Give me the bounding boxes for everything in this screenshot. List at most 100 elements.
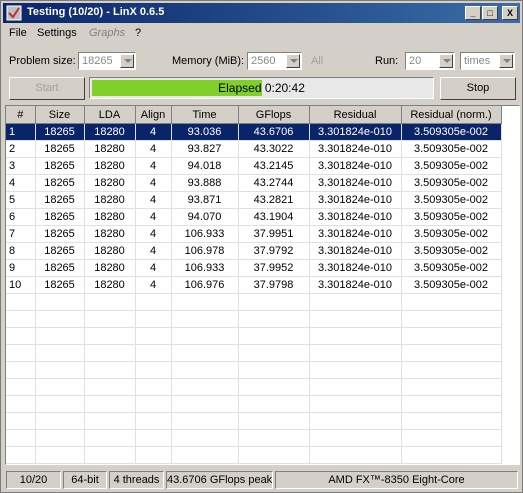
table-cell: 10 xyxy=(6,276,36,294)
empty-cell xyxy=(135,310,172,328)
chevron-down-icon[interactable] xyxy=(499,54,513,68)
chevron-down-icon[interactable] xyxy=(286,54,300,68)
table-row[interactable]: 6 18265 18280 4 94.070 43.1904 3.301824e-010 3.… xyxy=(6,208,502,226)
table-cell: 106.978 xyxy=(171,242,239,260)
table-cell: 4 xyxy=(6,174,36,192)
table-row[interactable]: 9 18265 18280 4 106.933 37.9952 3.301824e-010 3… xyxy=(6,259,502,277)
elapsed-time-text: Elapsed 0:20:42 xyxy=(218,81,305,95)
table-cell: 8 xyxy=(6,242,36,260)
table-row[interactable]: 10 18265 18280 4 106.976 37.9798 3.301824e-010… xyxy=(6,276,502,294)
table-cell: 18265 xyxy=(35,123,85,141)
table-cell: 18280 xyxy=(84,140,136,158)
column-header[interactable]: Residual xyxy=(309,106,402,124)
empty-row xyxy=(6,361,502,379)
table-cell: 3.301824e-010 xyxy=(309,242,402,260)
table-cell: 37.9792 xyxy=(238,242,310,260)
table-cell: 18265 xyxy=(35,276,85,294)
empty-cell xyxy=(6,378,36,396)
empty-cell xyxy=(401,463,502,464)
menu-graphs[interactable]: Graphs xyxy=(89,27,125,39)
table-cell: 43.2145 xyxy=(238,157,310,175)
table-cell: 18280 xyxy=(84,276,136,294)
table-cell: 3.301824e-010 xyxy=(309,157,402,175)
table-row[interactable]: 5 18265 18280 4 93.871 43.2821 3.301824e-010 3.… xyxy=(6,191,502,209)
table-cell: 43.1904 xyxy=(238,208,310,226)
table-cell: 18280 xyxy=(84,242,136,260)
empty-cell xyxy=(309,293,402,311)
table-row[interactable]: 3 18265 18280 4 94.018 43.2145 3.301824e-010 3.… xyxy=(6,157,502,175)
table-row[interactable]: 1 18265 18280 4 93.036 43.6706 3.301824e-010 3.… xyxy=(6,123,502,141)
column-header[interactable]: GFlops xyxy=(238,106,310,124)
table-cell: 3.509305e-002 xyxy=(401,242,502,260)
table-cell: 43.3022 xyxy=(238,140,310,158)
empty-row xyxy=(6,310,502,328)
column-header[interactable]: Size xyxy=(35,106,85,124)
title-bar[interactable]: Testing (10/20) - LinX 0.6.5 _ □ X xyxy=(3,3,520,23)
empty-cell xyxy=(135,446,172,464)
start-button[interactable]: Start xyxy=(9,77,85,100)
empty-cell xyxy=(135,412,172,430)
table-cell: 3.301824e-010 xyxy=(309,276,402,294)
column-header[interactable]: Time xyxy=(171,106,239,124)
empty-cell xyxy=(35,463,85,464)
table-cell: 4 xyxy=(135,123,172,141)
maximize-button[interactable]: □ xyxy=(482,6,498,20)
empty-cell xyxy=(6,327,36,345)
table-row[interactable]: 7 18265 18280 4 106.933 37.9951 3.301824e-010 3… xyxy=(6,225,502,243)
status-cpu-name: AMD FX™-8350 Eight-Core xyxy=(275,471,518,489)
minimize-button[interactable]: _ xyxy=(465,6,481,20)
table-cell: 18280 xyxy=(84,259,136,277)
run-unit-combo[interactable]: times xyxy=(460,52,515,70)
column-header[interactable]: Align xyxy=(135,106,172,124)
table-cell: 4 xyxy=(135,242,172,260)
empty-cell xyxy=(35,327,85,345)
table-cell: 93.827 xyxy=(171,140,239,158)
empty-cell xyxy=(35,446,85,464)
close-button[interactable]: X xyxy=(502,6,518,20)
empty-cell xyxy=(135,378,172,396)
status-bar: 10/20 64-bit 4 threads 43.6706 GFlops pe… xyxy=(3,470,520,490)
problem-size-label: Problem size: xyxy=(9,55,76,67)
column-header[interactable]: LDA xyxy=(84,106,136,124)
menu-settings[interactable]: Settings xyxy=(37,27,77,39)
table-row[interactable]: 4 18265 18280 4 93.888 43.2744 3.301824e-010 3.… xyxy=(6,174,502,192)
empty-cell xyxy=(401,412,502,430)
empty-cell xyxy=(84,293,136,311)
empty-cell xyxy=(401,327,502,345)
empty-cell xyxy=(84,344,136,362)
column-header[interactable]: # xyxy=(6,106,36,124)
chevron-down-icon[interactable] xyxy=(120,54,134,68)
memory-combo[interactable]: 2560 xyxy=(247,52,302,70)
empty-cell xyxy=(401,378,502,396)
table-row[interactable]: 2 18265 18280 4 93.827 43.3022 3.301824e-010 3.… xyxy=(6,140,502,158)
table-cell: 3.301824e-010 xyxy=(309,174,402,192)
all-checkbox-label[interactable]: All xyxy=(311,55,323,67)
table-cell: 4 xyxy=(135,225,172,243)
menu-file[interactable]: File xyxy=(9,27,27,39)
results-table[interactable]: # Size LDA Align Time GFlops Residual Residual … xyxy=(5,105,520,465)
empty-cell xyxy=(238,395,310,413)
empty-cell xyxy=(171,446,239,464)
table-cell: 3.509305e-002 xyxy=(401,208,502,226)
empty-cell xyxy=(401,446,502,464)
status-threads: 4 threads xyxy=(109,471,164,489)
empty-cell xyxy=(171,378,239,396)
table-cell: 3.509305e-002 xyxy=(401,157,502,175)
empty-cell xyxy=(135,429,172,447)
empty-cell xyxy=(238,293,310,311)
table-cell: 18280 xyxy=(84,157,136,175)
problem-size-combo[interactable]: 18265 xyxy=(78,52,136,70)
empty-cell xyxy=(238,361,310,379)
empty-cell xyxy=(6,446,36,464)
stop-button[interactable]: Stop xyxy=(440,77,516,100)
table-cell: 18280 xyxy=(84,174,136,192)
table-cell: 9 xyxy=(6,259,36,277)
table-cell: 6 xyxy=(6,208,36,226)
chevron-down-icon[interactable] xyxy=(439,54,453,68)
table-row[interactable]: 8 18265 18280 4 106.978 37.9792 3.301824e-010 3… xyxy=(6,242,502,260)
column-header[interactable]: Residual (norm.) xyxy=(401,106,502,124)
empty-cell xyxy=(35,361,85,379)
menu-help[interactable]: ? xyxy=(135,27,141,39)
run-count-combo[interactable]: 20 xyxy=(405,52,455,70)
table-cell: 43.6706 xyxy=(238,123,310,141)
